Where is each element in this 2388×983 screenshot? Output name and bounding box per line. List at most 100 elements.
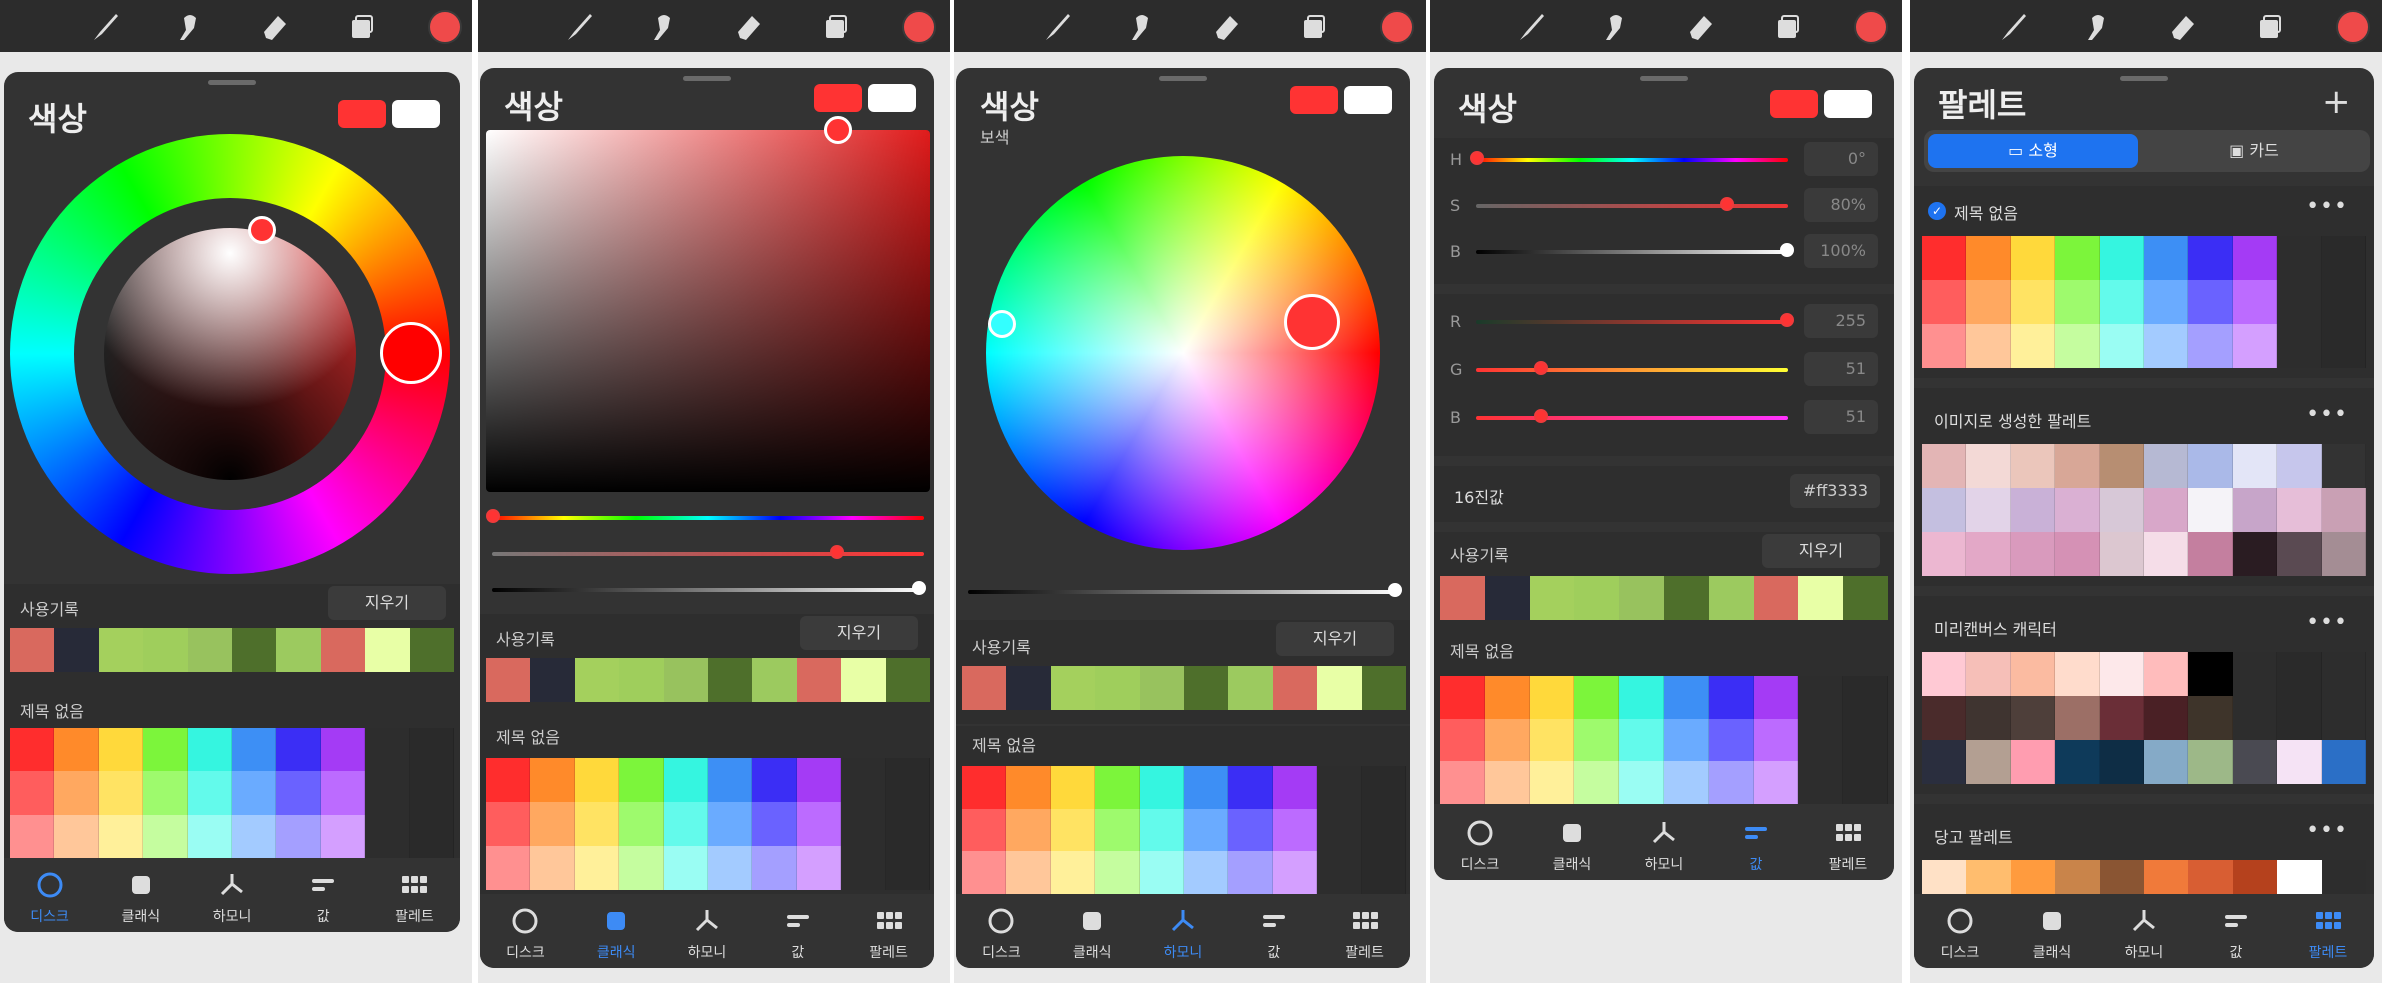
palette-swatch[interactable]	[885, 802, 930, 846]
brush-icon[interactable]	[1514, 10, 1548, 44]
palette-swatch[interactable]	[10, 728, 55, 772]
primary-swatch[interactable]	[338, 100, 386, 128]
palette-swatch[interactable]	[2321, 652, 2366, 696]
nav-disc[interactable]: 디스크	[480, 894, 571, 968]
color-swatch[interactable]	[1484, 576, 1530, 620]
brightness-slider[interactable]	[968, 590, 1400, 594]
palette-swatch[interactable]	[2188, 740, 2233, 784]
palette-swatch[interactable]	[2232, 324, 2278, 368]
primary-swatch[interactable]	[1770, 90, 1818, 118]
nav-palette[interactable]: 팔레트	[1802, 806, 1894, 880]
palette-swatch[interactable]	[2232, 236, 2278, 280]
panel-grabber[interactable]	[1159, 76, 1207, 81]
palette-swatch[interactable]	[619, 802, 664, 846]
palette-swatch[interactable]	[2321, 444, 2366, 488]
palette-swatch[interactable]	[1753, 718, 1799, 762]
eraser-icon[interactable]	[1684, 10, 1718, 44]
palette-swatch[interactable]	[1184, 851, 1229, 894]
eraser-icon[interactable]	[1210, 10, 1244, 44]
palette-swatch[interactable]	[2144, 488, 2189, 532]
nav-harmony[interactable]: 하모니	[662, 894, 753, 968]
nav-harmony[interactable]: 하모니	[2098, 894, 2190, 968]
brightness-slider[interactable]	[492, 588, 924, 592]
palette-swatch[interactable]	[2144, 324, 2189, 368]
palette-swatch[interactable]	[962, 808, 1007, 852]
palette-swatch[interactable]	[1966, 652, 2011, 696]
palette-swatch[interactable]	[1922, 236, 1967, 280]
palette-swatch[interactable]	[409, 771, 454, 815]
palette-swatch[interactable]	[1228, 766, 1273, 809]
palette-swatch[interactable]	[98, 814, 144, 858]
palette-swatch[interactable]	[2232, 740, 2278, 784]
palette-swatch[interactable]	[2232, 280, 2278, 324]
primary-swatch[interactable]	[814, 84, 862, 112]
palette-swatch[interactable]	[2099, 444, 2144, 488]
palette-swatch[interactable]	[1966, 696, 2011, 740]
primary-harmony-knob[interactable]	[1284, 294, 1340, 350]
palette-swatch[interactable]	[2099, 324, 2144, 368]
nav-disc[interactable]: 디스크	[4, 858, 95, 932]
saturation-slider[interactable]	[492, 552, 924, 556]
palette-swatch[interactable]	[2099, 236, 2144, 280]
color-swatch[interactable]	[187, 628, 233, 672]
nav-palette[interactable]: 팔레트	[843, 894, 934, 968]
palette-swatch[interactable]	[143, 728, 188, 772]
palette-swatch[interactable]	[1753, 761, 1799, 804]
palette-swatch[interactable]	[1529, 676, 1575, 719]
blue-slider-knob[interactable]	[1534, 409, 1548, 423]
brush-icon[interactable]	[88, 10, 122, 44]
palette-swatch[interactable]	[1922, 740, 1967, 784]
r-slider-knob[interactable]	[1780, 313, 1794, 327]
palette-swatch[interactable]	[1708, 761, 1754, 804]
color-swatch[interactable]	[54, 628, 99, 672]
h-slider-knob[interactable]	[1470, 151, 1484, 165]
saturation-knob[interactable]	[248, 216, 276, 244]
palette-swatch[interactable]	[1139, 808, 1184, 852]
color-swatch[interactable]	[530, 658, 575, 702]
palette-swatch[interactable]	[962, 851, 1007, 894]
palette-swatch[interactable]	[1798, 676, 1844, 719]
palette-swatch[interactable]	[1440, 676, 1485, 719]
palette-swatch[interactable]	[1440, 718, 1485, 762]
palette-swatch[interactable]	[1798, 761, 1844, 804]
b-slider-knob[interactable]	[1780, 243, 1794, 257]
palette-miri-grid[interactable]	[1922, 652, 2366, 784]
nav-palette[interactable]: 팔레트	[1319, 894, 1410, 968]
palette-swatch[interactable]	[98, 771, 144, 815]
smudge-icon[interactable]	[646, 10, 680, 44]
palette-swatch[interactable]	[885, 846, 930, 890]
palette-swatch[interactable]	[530, 846, 575, 890]
palette-swatch[interactable]	[619, 846, 664, 890]
h-value[interactable]: 0°	[1804, 142, 1878, 176]
palette-swatch[interactable]	[1843, 718, 1888, 762]
panel-grabber[interactable]	[1640, 76, 1688, 81]
palette-untitled-grid[interactable]	[1922, 236, 2366, 368]
panel-grabber[interactable]	[208, 80, 256, 85]
palette-swatch[interactable]	[2010, 532, 2056, 576]
palette-swatch[interactable]	[708, 758, 753, 802]
palette-swatch[interactable]	[1619, 718, 1664, 762]
palette-swatch[interactable]	[1708, 676, 1754, 719]
palette-swatch[interactable]	[2010, 444, 2056, 488]
palette-image-grid[interactable]	[1922, 444, 2366, 576]
palette-swatch[interactable]	[2321, 740, 2366, 784]
palette-swatch[interactable]	[1484, 718, 1530, 762]
palette-swatch[interactable]	[486, 846, 531, 890]
saturation-brightness-square[interactable]	[486, 130, 930, 492]
palette-swatch[interactable]	[2277, 740, 2322, 784]
palette-swatch[interactable]	[2232, 444, 2278, 488]
palette-swatch[interactable]	[2277, 324, 2322, 368]
palette-swatch[interactable]	[1484, 676, 1530, 719]
palette-swatch[interactable]	[2144, 740, 2189, 784]
palette-swatch[interactable]	[2099, 696, 2144, 740]
color-swatch[interactable]	[2321, 860, 2367, 894]
secondary-swatch[interactable]	[868, 84, 916, 112]
palette-swatch[interactable]	[1361, 851, 1406, 894]
palette-swatch[interactable]	[54, 728, 99, 772]
color-swatch[interactable]	[962, 666, 1007, 710]
color-swatch[interactable]	[1095, 666, 1140, 710]
palette-swatch[interactable]	[752, 802, 797, 846]
palette-swatch[interactable]	[1440, 761, 1485, 804]
eraser-icon[interactable]	[732, 10, 766, 44]
hue-slider-knob[interactable]	[486, 509, 500, 523]
